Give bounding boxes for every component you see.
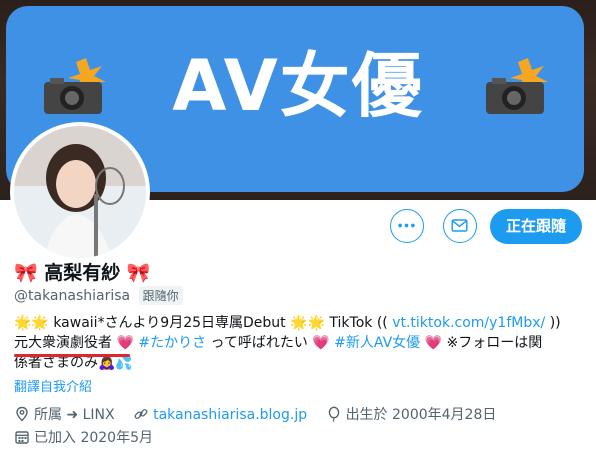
camera-flash-icon [44, 58, 106, 114]
more-icon [398, 223, 415, 228]
avatar-photo [14, 126, 146, 258]
heart-emoji: 💗 [116, 335, 134, 351]
bio-text: )) [549, 315, 561, 331]
bio: 🌟🌟 kawaii*さんより9月25日専属Debut 🌟🌟 TikTok (( … [14, 313, 586, 373]
bio-line-2: 元大衆演劇役者 💗 #たかりさ って呼ばれたい 💗 #新人AV女優 💗 ※フォロ… [14, 333, 586, 357]
mail-icon [451, 219, 468, 232]
following-button[interactable]: 正在跟隨 [490, 209, 582, 244]
avatar[interactable] [10, 122, 150, 262]
red-underline [14, 354, 130, 357]
hashtag-link[interactable]: #たかりさ [138, 335, 206, 351]
bio-line-1: 🌟🌟 kawaii*さんより9月25日専属Debut 🌟🌟 TikTok (( … [14, 313, 586, 333]
website: takanashiarisa.blog.jp [133, 407, 311, 423]
bio-text: 💗 ※フォローは関 [424, 335, 543, 351]
website-link[interactable]: takanashiarisa.blog.jp [153, 407, 307, 423]
joined-date: 已加入 2020年5月 [14, 427, 153, 447]
location: 所属 ➜ LINX [14, 406, 119, 423]
translate-bio-link[interactable]: 翻譯自我介紹 [14, 376, 92, 395]
profile-meta: 所属 ➜ LINX takanashiarisa.blog.jp 出生於 200… [14, 404, 510, 424]
follows-you-badge: 跟隨你 [138, 286, 183, 305]
bio-text: って呼ばれたい 💗 [210, 335, 330, 351]
bio-underlined-text: 元大衆演劇役者 [14, 335, 130, 357]
location-pin-icon [16, 406, 28, 422]
calendar-icon [15, 431, 29, 444]
more-options-button[interactable] [390, 209, 424, 243]
display-name: 🎀 高梨有紗 🎀 [14, 262, 151, 284]
handle-row: @takanashiarisa 跟隨你 [14, 286, 183, 305]
link-icon [134, 409, 148, 419]
message-button[interactable] [443, 209, 477, 243]
bio-text: 🌟🌟 kawaii*さんより9月25日専属Debut 🌟🌟 TikTok (( [14, 315, 388, 331]
camera-flash-icon [486, 58, 548, 114]
handle: @takanashiarisa [14, 288, 131, 304]
balloon-icon [328, 406, 339, 422]
birthday: 出生於 2000年4月28日 [326, 406, 496, 423]
tiktok-link[interactable]: vt.tiktok.com/y1fMbx/ [392, 315, 545, 331]
hashtag-link[interactable]: #新人AV女優 [334, 335, 420, 351]
